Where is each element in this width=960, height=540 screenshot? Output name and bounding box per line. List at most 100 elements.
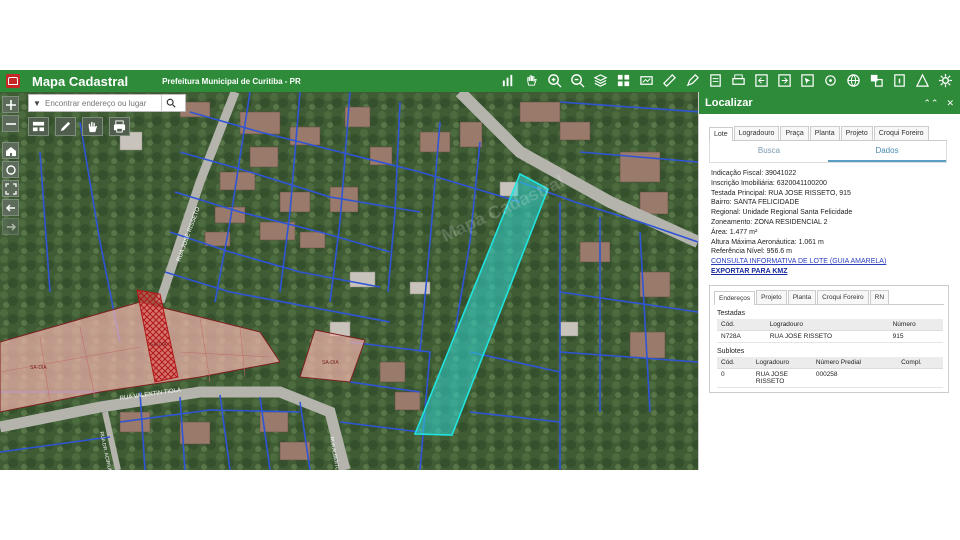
- tab-enderecos[interactable]: Endereços: [714, 290, 756, 305]
- table-cell: RUA JOSE RISSETO: [751, 368, 812, 388]
- search-button[interactable]: [161, 95, 179, 111]
- close-icon[interactable]: ✕: [946, 98, 954, 109]
- detail-row: Regional: Unidade Regional Santa Felicid…: [711, 209, 853, 217]
- settings-icon[interactable]: [937, 72, 954, 89]
- testadas-title: Testadas: [717, 309, 746, 317]
- tab-croqui-foreiro[interactable]: Croqui Foreiro: [873, 126, 929, 140]
- detail-row: Indicação Fiscal: 39041022: [711, 170, 797, 177]
- table-cell: [897, 368, 943, 388]
- zoom-out-button[interactable]: [2, 115, 19, 132]
- table-cell: 0: [717, 368, 752, 388]
- sublotes-table: Cód. Logradouro Número Predial Compl. 0 …: [717, 356, 943, 388]
- layers-icon[interactable]: [592, 72, 609, 89]
- table-cell: 000258: [811, 368, 898, 388]
- forward-button[interactable]: [2, 218, 19, 235]
- app-title: Mapa Cadastral: [32, 73, 129, 89]
- tab-info-planta[interactable]: Planta: [787, 289, 817, 304]
- detail-row: Testada Principal: RUA JOSE RISSETO, 915: [711, 189, 851, 197]
- sublotes-title: Sublotes: [717, 347, 745, 355]
- consulta-informativa-link[interactable]: CONSULTA INFORMATIVA DE LOTE (GUIA AMARE…: [711, 257, 960, 267]
- export-icon[interactable]: [776, 72, 793, 89]
- grid-icon[interactable]: [615, 72, 632, 89]
- fullscreen-icon: [4, 182, 17, 195]
- exportar-kmz-link[interactable]: EXPORTAR PARA KMZ: [711, 267, 960, 277]
- layout-button[interactable]: [28, 117, 49, 136]
- locate-panel: Localizar ⌃⌃ ✕ Lote Logradouro Praça Pla…: [698, 92, 960, 470]
- info-tabs: Endereços Projeto Planta Croqui Foreiro …: [714, 289, 944, 305]
- detail-row: Zoneamento: ZONA RESIDENCIAL 2: [711, 218, 828, 226]
- tab-info-rn[interactable]: RN: [869, 289, 890, 304]
- basemap-icon[interactable]: [638, 72, 655, 89]
- tab-planta[interactable]: Planta: [809, 126, 840, 140]
- fullscreen-button[interactable]: [2, 180, 19, 197]
- pencil-icon: [60, 121, 71, 132]
- zoom-controls: [2, 96, 19, 235]
- search-icon: [166, 98, 176, 108]
- ruler-icon[interactable]: [661, 72, 678, 89]
- column-header: Número: [888, 318, 943, 331]
- import-icon[interactable]: [753, 72, 770, 89]
- warning-icon[interactable]: [914, 72, 931, 89]
- tab-projeto[interactable]: Projeto: [840, 126, 873, 140]
- zoom-out-icon[interactable]: [569, 72, 586, 89]
- arrow-left-icon: [5, 203, 15, 212]
- lot-info-box: Endereços Projeto Planta Croqui Foreiro …: [709, 284, 949, 393]
- home-icon: [5, 146, 16, 156]
- zoom-in-icon[interactable]: [546, 72, 563, 89]
- tab-info-croqui[interactable]: Croqui Foreiro: [817, 289, 869, 304]
- city-logo-icon: [6, 74, 20, 88]
- tab-praca[interactable]: Praça: [780, 126, 809, 140]
- column-header: Logradouro: [751, 356, 812, 369]
- detail-row: Altura Máxima Aeronáutica: 1.061 m: [711, 238, 824, 246]
- tab-logradouro[interactable]: Logradouro: [733, 126, 780, 140]
- locate-icon: [5, 164, 16, 175]
- detail-row: Bairro: SANTA FELICIDADE: [711, 199, 800, 207]
- back-button[interactable]: [2, 199, 19, 216]
- app-subtitle: Prefeitura Municipal de Curitiba - PR: [162, 76, 301, 86]
- tab-lote[interactable]: Lote: [709, 127, 733, 141]
- column-header: Compl.: [897, 356, 943, 369]
- select-icon[interactable]: [799, 72, 816, 89]
- edit-button[interactable]: [55, 117, 76, 136]
- legend-icon[interactable]: [500, 72, 517, 89]
- toolbar: [500, 72, 954, 89]
- map-view[interactable]: RUA JOSE RISSETO RUA VALENTIN TIOLA RUA …: [0, 92, 698, 470]
- lot-label-1: SA-DIA: [30, 365, 47, 371]
- zoom-in-button[interactable]: [2, 96, 19, 113]
- column-header: Logradouro: [765, 318, 889, 331]
- table-cell: RUA JOSE RISSETO: [765, 330, 889, 343]
- info-icon[interactable]: [891, 72, 908, 89]
- search-dropdown-icon[interactable]: ▼: [29, 99, 45, 108]
- tab-info-projeto[interactable]: Projeto: [756, 289, 787, 304]
- locate-button[interactable]: [2, 161, 19, 178]
- detail-row: Área: 1.477 m²: [711, 228, 758, 236]
- lot-label-2: SA-DIA: [150, 342, 167, 348]
- print-icon[interactable]: [730, 72, 747, 89]
- search-type-tabs: Lote Logradouro Praça Planta Projeto Cro…: [709, 126, 947, 141]
- detail-row: Inscrição Imobiliária: 63200411002​00: [711, 179, 827, 187]
- subtab-busca[interactable]: Busca: [710, 141, 828, 162]
- search-input[interactable]: [45, 98, 161, 108]
- view-subtabs: Busca Dados: [709, 141, 947, 163]
- column-header: Cód.: [717, 318, 766, 331]
- collapse-icon[interactable]: ⌃⌃: [923, 98, 938, 109]
- images-icon[interactable]: [868, 72, 885, 89]
- home-button[interactable]: [2, 142, 19, 159]
- panel-title: Localizar: [705, 97, 753, 109]
- lot-details: Indicação Fiscal: 39041022 Inscrição Imo…: [711, 169, 960, 277]
- map-search-box: ▼: [28, 94, 186, 112]
- pan-hand-icon[interactable]: [523, 72, 540, 89]
- panel-header: Localizar ⌃⌃ ✕: [699, 92, 960, 114]
- column-header: Cód.: [717, 356, 752, 369]
- layout-icon: [32, 121, 45, 132]
- target-icon[interactable]: [822, 72, 839, 89]
- globe-icon[interactable]: [845, 72, 862, 89]
- print-map-button[interactable]: [109, 117, 130, 136]
- subtab-dados[interactable]: Dados: [828, 141, 946, 162]
- select-hand-button[interactable]: [82, 117, 103, 136]
- column-header: Número Predial: [811, 356, 898, 369]
- measure-icon[interactable]: [707, 72, 724, 89]
- detail-row: Referência Nível: 956.6 m: [711, 248, 792, 256]
- draw-icon[interactable]: [684, 72, 701, 89]
- map-action-row: [28, 117, 130, 136]
